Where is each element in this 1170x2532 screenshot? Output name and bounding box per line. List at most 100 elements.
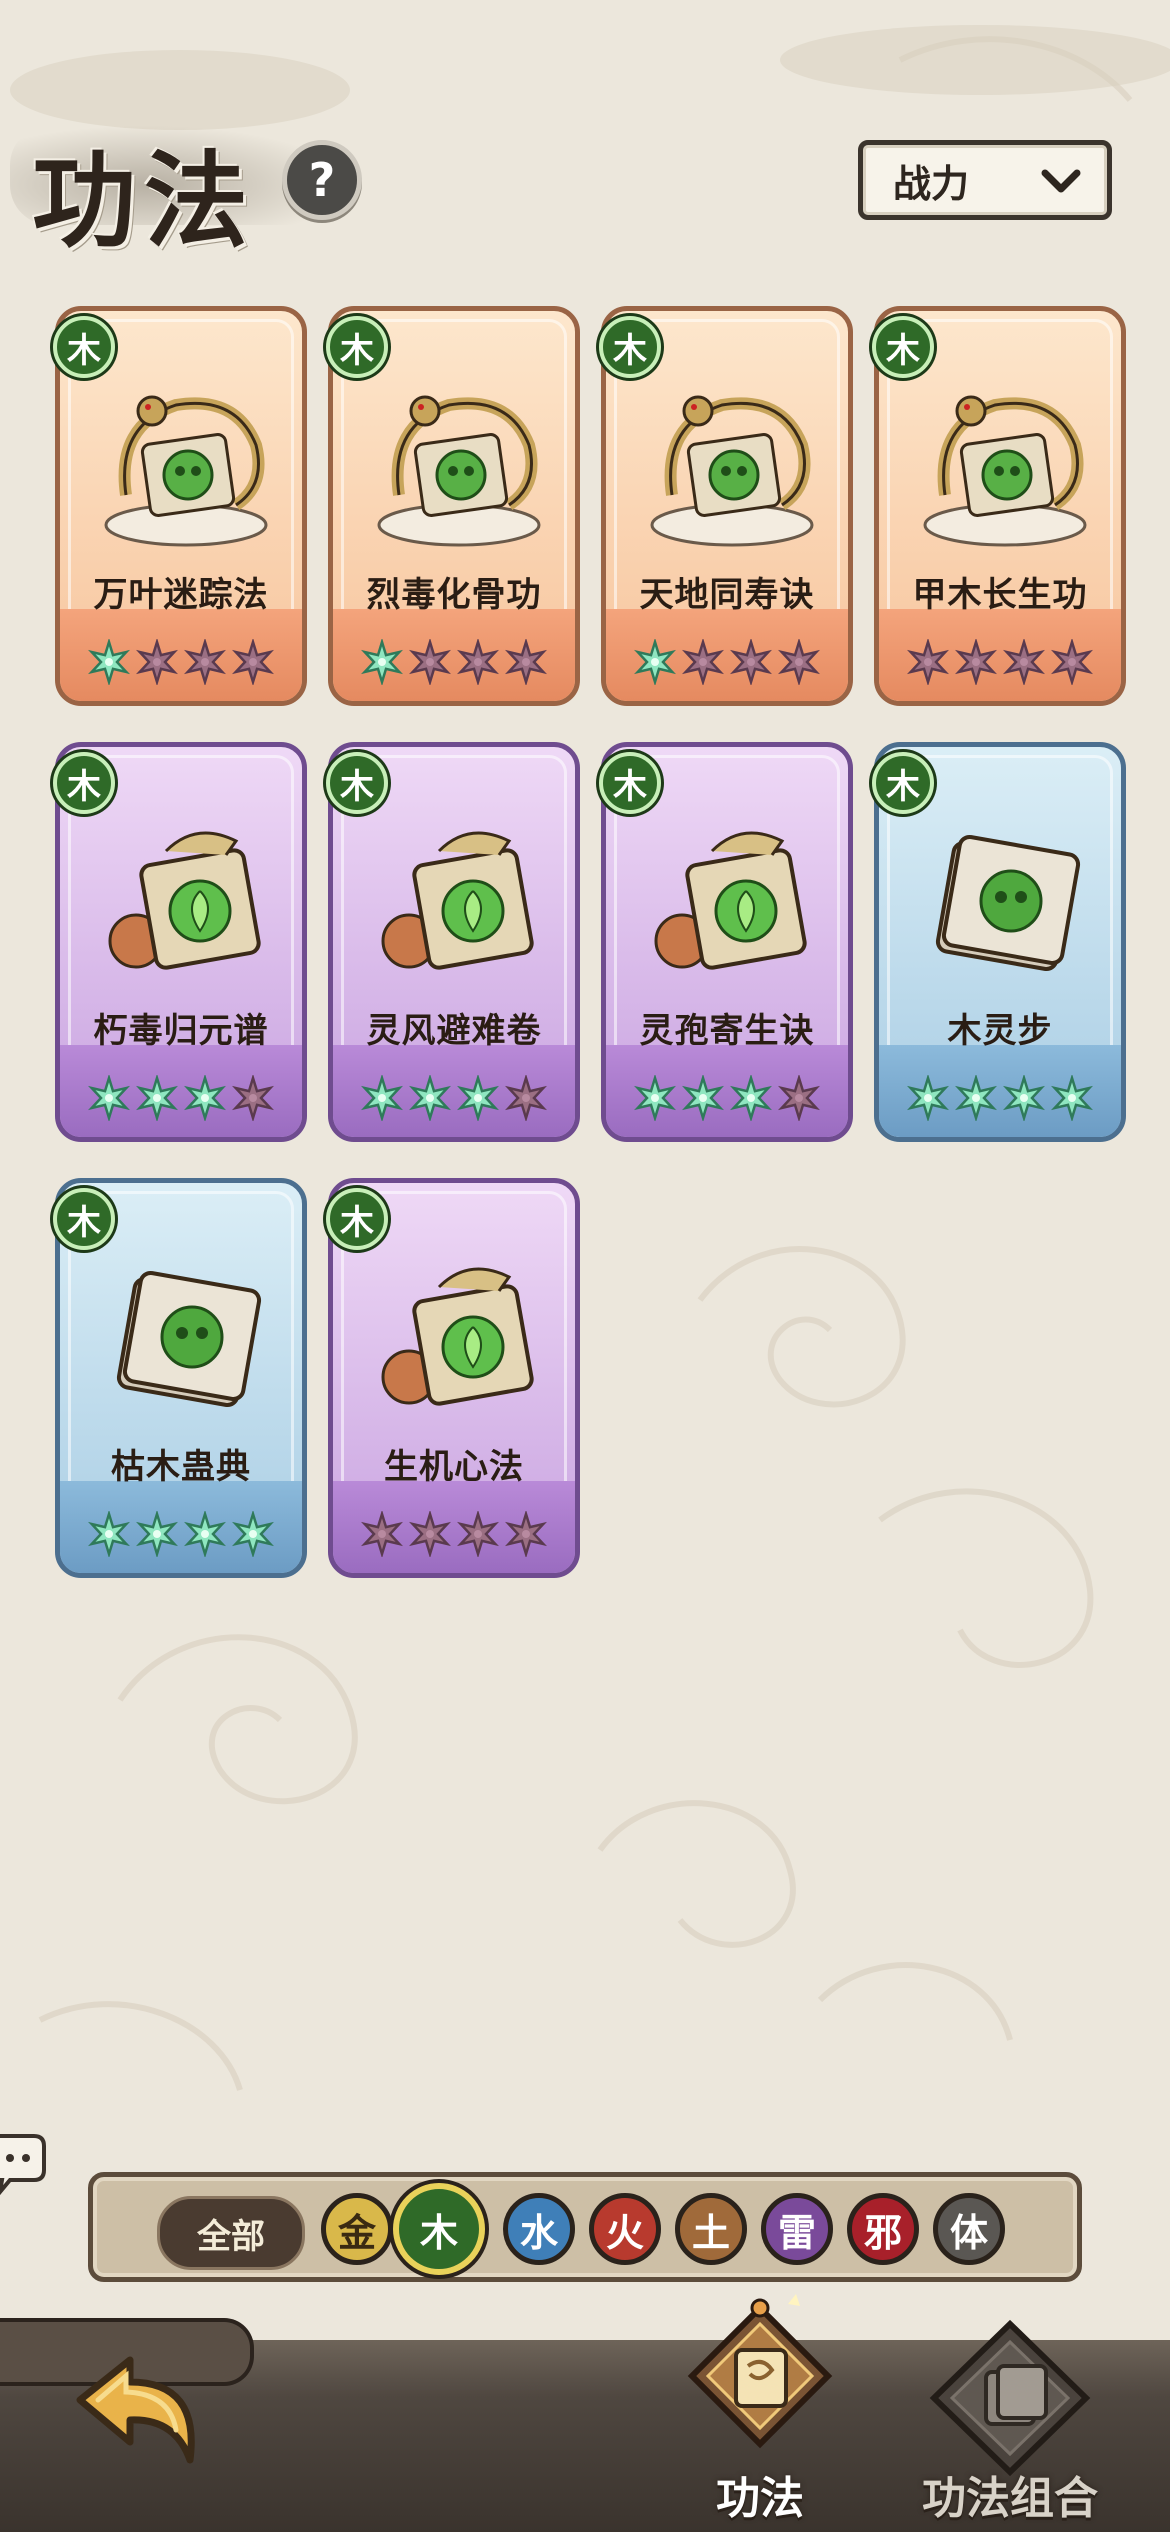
card-stars — [879, 639, 1121, 685]
star-dim-icon — [504, 1511, 548, 1557]
star-lit-icon — [633, 639, 677, 685]
filter-element-3[interactable]: 水 — [503, 2193, 575, 2265]
leaf-icon — [381, 831, 534, 970]
star-dim-icon — [777, 639, 821, 685]
star-dim-icon — [231, 1075, 275, 1121]
star-lit-icon — [87, 1075, 131, 1121]
card-stars — [60, 1511, 302, 1557]
filter-element-8[interactable]: 体 — [933, 2193, 1005, 2265]
help-button[interactable]: ? — [282, 140, 362, 220]
star-dim-icon — [1050, 639, 1094, 685]
star-dim-icon — [456, 639, 500, 685]
element-badge-wood: 木 — [326, 1188, 388, 1250]
star-dim-icon — [906, 639, 950, 685]
filter-all-button[interactable]: 全部 — [157, 2196, 305, 2270]
card-stars — [333, 639, 575, 685]
star-dim-icon — [135, 639, 179, 685]
chat-bubble-icon[interactable] — [0, 2128, 48, 2198]
element-badge-wood: 木 — [326, 316, 388, 378]
sort-selected-label: 战力 — [893, 161, 970, 206]
star-dim-icon — [954, 639, 998, 685]
element-badge-wood: 木 — [326, 752, 388, 814]
card-stars — [606, 639, 848, 685]
star-lit-icon — [1050, 1075, 1094, 1121]
tab-gongfa[interactable]: 功法 — [670, 2294, 850, 2532]
star-lit-icon — [954, 1075, 998, 1121]
tab-gongfa-combo-label: 功法组合 — [922, 2473, 1098, 2524]
heart-leaf-icon — [381, 1267, 534, 1406]
filter-element-6[interactable]: 雷 — [761, 2193, 833, 2265]
skull-book-icon — [116, 1271, 262, 1407]
star-lit-icon — [87, 639, 131, 685]
star-dim-icon — [777, 1075, 821, 1121]
star-dim-icon — [183, 639, 227, 685]
card-name: 甲木长生功 — [912, 575, 1088, 615]
spore-creature-icon — [654, 831, 807, 970]
star-lit-icon — [87, 1511, 131, 1557]
page-title: 功法 — [32, 139, 257, 262]
card-name: 灵孢寄生诀 — [639, 1011, 815, 1051]
star-lit-icon — [906, 1075, 950, 1121]
filter-element-4[interactable]: 火 — [589, 2193, 661, 2265]
star-lit-icon — [1002, 1075, 1046, 1121]
card-stars — [60, 1075, 302, 1121]
back-arrow-icon[interactable] — [60, 2340, 210, 2490]
card-name: 枯木蛊典 — [111, 1447, 251, 1487]
filter-element-5[interactable]: 土 — [675, 2193, 747, 2265]
star-dim-icon — [729, 639, 773, 685]
star-lit-icon — [681, 1075, 725, 1121]
element-badge-wood: 木 — [599, 752, 661, 814]
card-name: 生机心法 — [384, 1447, 524, 1487]
card-stars — [333, 1075, 575, 1121]
tab-gongfa-combo[interactable]: 功法组合 — [900, 2294, 1120, 2532]
card-stars — [606, 1075, 848, 1121]
filter-element-1[interactable]: 金 — [321, 2193, 393, 2265]
filter-element-2[interactable]: 木 — [393, 2183, 485, 2275]
card-name: 灵风避难卷 — [366, 1011, 542, 1051]
leaf-scroll-icon — [104, 395, 268, 547]
element-badge-wood: 木 — [872, 752, 934, 814]
star-dim-icon — [1002, 639, 1046, 685]
sprout-icon — [650, 395, 814, 547]
star-dim-icon — [360, 1511, 404, 1557]
star-dim-icon — [456, 1511, 500, 1557]
card-stars — [60, 639, 302, 685]
element-filter-bar: 全部 金木水火土雷邪体 — [88, 2172, 1082, 2282]
star-dim-icon — [408, 1511, 452, 1557]
card-name: 朽毒归元谱 — [93, 1011, 269, 1051]
card-name: 万叶迷踪法 — [93, 575, 269, 615]
card-name: 木灵步 — [947, 1011, 1053, 1051]
leaf-book-icon — [935, 835, 1081, 971]
star-dim-icon — [231, 639, 275, 685]
star-lit-icon — [135, 1075, 179, 1121]
star-lit-icon — [183, 1075, 227, 1121]
gongfa-scroll-icon — [687, 2294, 833, 2449]
sort-dropdown[interactable]: 战力 — [858, 140, 1112, 220]
star-lit-icon — [456, 1075, 500, 1121]
star-lit-icon — [183, 1511, 227, 1557]
poison-skull-icon — [377, 395, 541, 547]
star-lit-icon — [360, 1075, 404, 1121]
chevron-down-icon — [1041, 169, 1081, 193]
card-name: 烈毒化骨功 — [366, 575, 542, 615]
star-lit-icon — [729, 1075, 773, 1121]
card-stars — [879, 1075, 1121, 1121]
tab-gongfa-label: 功法 — [716, 2473, 804, 2524]
header: 功法 ? — [10, 100, 430, 262]
card-name: 天地同寿诀 — [639, 575, 815, 615]
star-lit-icon — [135, 1511, 179, 1557]
tree-icon — [923, 395, 1087, 547]
star-dim-icon — [504, 639, 548, 685]
combo-scroll-icon — [929, 2319, 1091, 2477]
element-badge-wood: 木 — [53, 1188, 115, 1250]
element-badge-wood: 木 — [53, 316, 115, 378]
card-stars — [333, 1511, 575, 1557]
star-dim-icon — [681, 639, 725, 685]
element-badge-wood: 木 — [53, 752, 115, 814]
filter-element-7[interactable]: 邪 — [847, 2193, 919, 2265]
star-lit-icon — [231, 1511, 275, 1557]
star-dim-icon — [408, 639, 452, 685]
star-lit-icon — [633, 1075, 677, 1121]
poison-skull-icon — [108, 831, 261, 970]
star-lit-icon — [408, 1075, 452, 1121]
